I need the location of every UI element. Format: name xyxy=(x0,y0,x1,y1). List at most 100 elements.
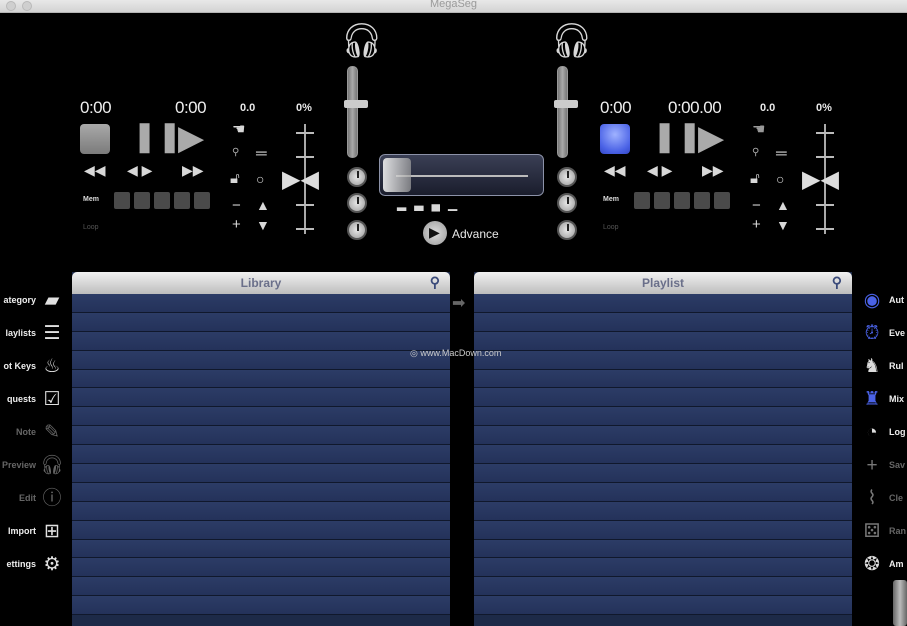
right-deck-zoom-icon[interactable]: ⚲ xyxy=(752,148,759,158)
right-deck-pause-icon[interactable]: ❚❚ xyxy=(652,122,702,152)
right-eq-mid-knob[interactable] xyxy=(557,193,577,213)
right-deck-sync-icon[interactable]: ═ xyxy=(776,146,787,161)
right-deck-minus-icon[interactable]: − xyxy=(752,198,761,213)
right-deck-fast-forward-icon[interactable]: ▶▶ xyxy=(702,163,724,177)
table-row[interactable] xyxy=(72,350,450,370)
right-sidebar-scroll-slider[interactable] xyxy=(893,580,907,626)
crossfade-curve-icons[interactable]: ▂▃▄▁ xyxy=(397,198,465,210)
left-deck-sync-icon[interactable]: ═ xyxy=(256,146,267,161)
right-deck-mem-slot[interactable] xyxy=(674,192,690,209)
sidebar-item-ambience[interactable]: ❂ Am xyxy=(858,551,907,579)
table-row[interactable] xyxy=(474,388,852,408)
right-deck-plus-icon[interactable]: + xyxy=(752,217,761,232)
table-row[interactable] xyxy=(474,426,852,446)
right-deck-pitch-down-icon[interactable]: ▼ xyxy=(776,218,790,232)
library-search-icon[interactable]: ⚲ xyxy=(430,275,440,289)
crossfader[interactable] xyxy=(379,154,544,196)
table-row[interactable] xyxy=(474,331,852,351)
sidebar-item-log[interactable]: ◔ Log xyxy=(858,419,907,447)
table-row[interactable] xyxy=(72,558,450,578)
table-row[interactable] xyxy=(474,558,852,578)
sidebar-item-mixer[interactable]: ♜ Mix xyxy=(858,386,907,414)
table-row[interactable] xyxy=(474,501,852,521)
table-row[interactable] xyxy=(72,407,450,427)
table-row[interactable] xyxy=(72,312,450,332)
left-deck-fast-forward-icon[interactable]: ▶▶ xyxy=(182,163,204,177)
table-row[interactable] xyxy=(474,577,852,597)
sidebar-item-add-folder[interactable]: Import ⊞ xyxy=(0,518,66,546)
left-deck-mem-slot[interactable] xyxy=(134,192,150,209)
left-deck-mem-slot[interactable] xyxy=(154,192,170,209)
right-eq-low-knob[interactable] xyxy=(557,220,577,240)
left-deck-plus-icon[interactable]: + xyxy=(232,217,241,232)
table-row[interactable] xyxy=(72,464,450,483)
right-deck-reset-icon[interactable]: ○ xyxy=(776,172,784,186)
left-deck-cue-button[interactable] xyxy=(80,124,110,154)
sidebar-item-dice[interactable]: ⚄ Ran xyxy=(858,518,907,546)
playlist-search-icon[interactable]: ⚲ xyxy=(832,275,842,289)
table-row[interactable] xyxy=(72,539,450,559)
sidebar-item-rules[interactable]: ♞ Rul xyxy=(858,353,907,381)
left-deck-nudge-icon[interactable]: ◀ ▶ xyxy=(127,163,152,177)
table-row[interactable] xyxy=(72,482,450,502)
right-headphones-icon[interactable]: 🎧︎ xyxy=(550,24,593,58)
right-deck-lock-icon[interactable]: 🔓︎ xyxy=(750,171,760,186)
left-deck-pitch-down-icon[interactable]: ▼ xyxy=(256,218,270,232)
left-deck-lock-icon[interactable]: 🔓︎ xyxy=(230,171,240,186)
right-deck-rewind-icon[interactable]: ◀◀ xyxy=(604,163,626,177)
sidebar-item-plus[interactable]: + Sav xyxy=(858,452,907,480)
sidebar-item-gear[interactable]: ettings ⚙ xyxy=(0,551,66,579)
left-deck-mem-slot[interactable] xyxy=(174,192,190,209)
right-deck-cue-button[interactable] xyxy=(600,124,630,154)
right-deck-tap-hand-icon[interactable]: ☚ xyxy=(752,122,765,137)
sidebar-item-headphones[interactable]: Preview 🎧︎ xyxy=(0,452,66,480)
table-row[interactable] xyxy=(72,331,450,351)
library-panel[interactable]: Library ⚲ xyxy=(72,272,450,626)
table-row[interactable] xyxy=(474,350,852,370)
right-deck-play-icon[interactable]: ▶ xyxy=(698,121,724,155)
crossfader-handle[interactable] xyxy=(383,158,411,192)
table-row[interactable] xyxy=(474,312,852,332)
sidebar-item-folder[interactable]: ategory ▰ xyxy=(0,287,66,315)
left-deck-zoom-icon[interactable]: ⚲ xyxy=(232,148,239,158)
left-gain-slider-handle[interactable] xyxy=(344,100,368,108)
sidebar-item-broom[interactable]: ⌇ Cle xyxy=(858,485,907,513)
sidebar-item-pencil[interactable]: Note ✎ xyxy=(0,419,66,447)
table-row[interactable] xyxy=(72,388,450,408)
left-deck-reset-icon[interactable]: ○ xyxy=(256,172,264,186)
right-deck-pitch-up-icon[interactable]: ▲ xyxy=(776,198,790,212)
table-row[interactable] xyxy=(474,482,852,502)
sidebar-item-flame[interactable]: ot Keys ♨ xyxy=(0,353,66,381)
advance-icon[interactable]: ▶ xyxy=(423,221,447,245)
right-deck-mem-slot[interactable] xyxy=(654,192,670,209)
right-deck-mem-slot[interactable] xyxy=(694,192,710,209)
playlist-panel[interactable]: Playlist ⚲ xyxy=(474,272,852,626)
left-deck-minus-icon[interactable]: − xyxy=(232,198,241,213)
table-row[interactable] xyxy=(72,596,450,616)
table-row[interactable] xyxy=(474,520,852,540)
right-deck-mem-slot[interactable] xyxy=(634,192,650,209)
sidebar-item-info[interactable]: Edit ⓘ xyxy=(0,485,66,513)
left-deck-tap-hand-icon[interactable]: ☚ xyxy=(232,122,245,137)
table-row[interactable] xyxy=(72,294,450,313)
advance-label[interactable]: Advance xyxy=(452,227,499,241)
send-to-playlist-arrow-icon[interactable]: ➡ xyxy=(452,296,465,312)
left-eq-high-knob[interactable] xyxy=(347,167,367,187)
right-eq-high-knob[interactable] xyxy=(557,167,577,187)
left-eq-low-knob[interactable] xyxy=(347,220,367,240)
table-row[interactable] xyxy=(72,520,450,540)
left-deck-rewind-icon[interactable]: ◀◀ xyxy=(84,163,106,177)
left-deck-mem-slot[interactable] xyxy=(194,192,210,209)
table-row[interactable] xyxy=(72,577,450,597)
table-row[interactable] xyxy=(72,369,450,389)
sidebar-item-list[interactable]: laylists ☰ xyxy=(0,320,66,348)
left-deck-play-icon[interactable]: ▶ xyxy=(178,121,204,155)
right-gain-slider[interactable] xyxy=(557,66,568,158)
left-gain-slider[interactable] xyxy=(347,66,358,158)
sidebar-item-alarm-clock[interactable]: ⏰︎ Eve xyxy=(858,320,907,348)
sidebar-item-automation[interactable]: ◉ Aut xyxy=(858,287,907,315)
right-deck-nudge-icon[interactable]: ◀ ▶ xyxy=(647,163,672,177)
table-row[interactable] xyxy=(474,369,852,389)
table-row[interactable] xyxy=(474,407,852,427)
left-deck-mem-slot[interactable] xyxy=(114,192,130,209)
